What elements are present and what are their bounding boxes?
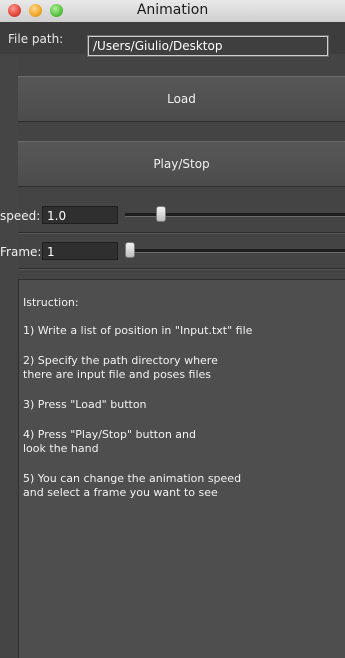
instruction-step-2-line-1: 2) Specify the path directory where (23, 354, 218, 367)
instruction-step-2-line-2: there are input file and poses files (23, 368, 212, 381)
instructions-panel: Istruction: 1) Write a list of position … (18, 279, 345, 658)
title-bar: Animation (0, 0, 345, 23)
frame-slider-track[interactable] (125, 249, 345, 253)
instruction-step-4-line-2: look the hand (23, 442, 99, 455)
speed-divider (18, 232, 345, 234)
speed-field[interactable]: 1.0 (42, 206, 118, 224)
instruction-step-3: 3) Press "Load" button (23, 398, 147, 411)
file-path-input[interactable] (87, 35, 329, 57)
speed-slider-thumb[interactable] (155, 206, 166, 222)
instruction-step-5-line-2: and select a frame you want to see (23, 486, 218, 499)
speed-label: speed: (0, 209, 41, 223)
instructions-heading: Istruction: (23, 296, 79, 309)
frame-divider (18, 268, 345, 270)
window-title: Animation (136, 2, 209, 18)
frame-label: Frame: (0, 245, 42, 259)
instruction-step-4-line-1: 4) Press "Play/Stop" button and (23, 428, 196, 441)
instruction-step-5-line-1: 5) You can change the animation speed (23, 472, 242, 485)
play-stop-button[interactable]: Play/Stop (18, 141, 345, 187)
window-left-margin (0, 56, 18, 657)
frame-slider-thumb[interactable] (125, 242, 135, 258)
frame-field[interactable]: 1 (42, 242, 118, 260)
instruction-step-1: 1) Write a list of position in "Input.tx… (23, 324, 253, 337)
file-path-label: File path: (8, 32, 64, 46)
load-button[interactable]: Load (18, 76, 345, 122)
